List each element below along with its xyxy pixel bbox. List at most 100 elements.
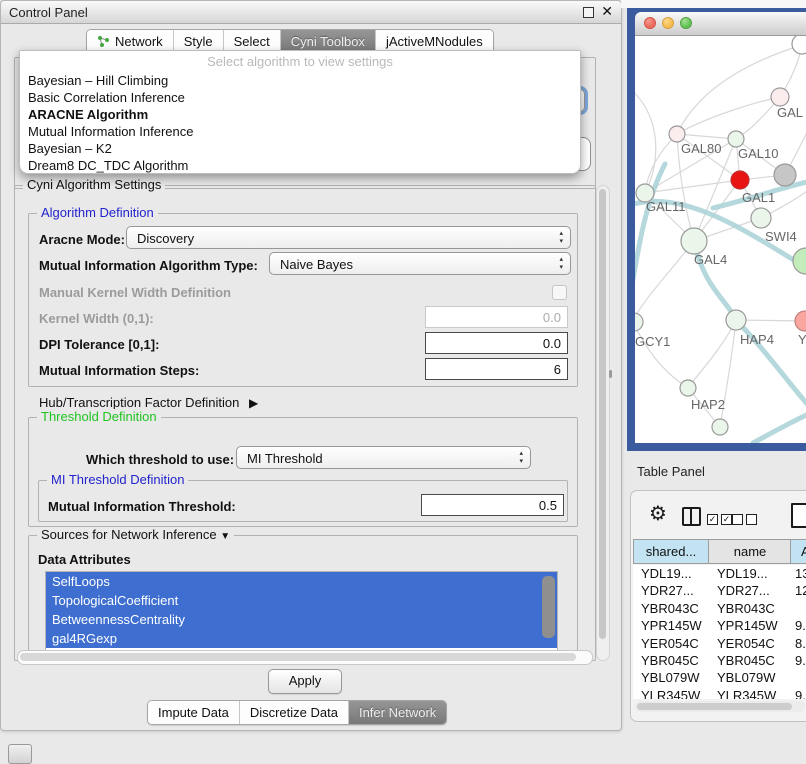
manual-kernel-checkbox[interactable]: [552, 285, 567, 300]
table-panel-box: ⚙ ✓✓ shared... name A YDL19...YDL19...13…: [630, 490, 806, 722]
node-swi4[interactable]: [751, 208, 771, 228]
mi-steps-field[interactable]: 6: [425, 358, 568, 380]
expand-arrow-icon: ▶: [249, 396, 258, 410]
node-green-large[interactable]: [793, 248, 806, 274]
list-item[interactable]: gal4RGexp: [46, 629, 557, 648]
network-window-titlebar[interactable]: [635, 12, 806, 36]
list-item[interactable]: TopologicalCoefficient: [46, 591, 557, 610]
dropdown-item[interactable]: Mutual Information Inference: [21, 123, 579, 140]
node-gal4[interactable]: [681, 228, 707, 254]
dropdown-item-selected[interactable]: ARACNE Algorithm: [21, 106, 579, 123]
hub-definition-toggle[interactable]: Hub/Transcription Factor Definition ▶: [39, 395, 258, 410]
function-builder-icon[interactable]: [791, 503, 806, 528]
node-salmon[interactable]: [795, 311, 806, 331]
node-gal10[interactable]: [728, 131, 744, 147]
algorithm-dropdown-popup: Select algorithm to view settings Bayesi…: [19, 50, 581, 174]
minimize-traffic-light[interactable]: [662, 17, 674, 29]
table-row[interactable]: YBR045CYBR045C9.: [633, 652, 806, 669]
node-label-gal80: GAL80: [681, 141, 721, 156]
kernel-width-label: Kernel Width (0,1):: [39, 311, 154, 326]
node-label-gal-cut: GAL: [777, 105, 803, 120]
aracne-mode-combo[interactable]: Discovery ▴▾: [126, 226, 571, 249]
node-gal1-selected[interactable]: [731, 171, 749, 189]
settings-vertical-scrollbar[interactable]: [596, 185, 610, 661]
scrollbar-thumb[interactable]: [20, 653, 576, 661]
node-label-swi4: SWI4: [765, 229, 797, 244]
cyni-settings-legend: Cyni Algorithm Settings: [23, 177, 165, 192]
node-label-hap4: HAP4: [740, 332, 774, 347]
dropdown-item[interactable]: Dream8 DC_TDC Algorithm: [21, 157, 579, 174]
node-hap2[interactable]: [680, 380, 696, 396]
node[interactable]: [792, 36, 806, 54]
list-scrollbar-thumb[interactable]: [542, 576, 555, 638]
table-row[interactable]: YBL079WYBL079W: [633, 669, 806, 686]
network-canvas[interactable]: GAL80 GAL10 GAL1 GAL11 SWI4 GAL4 GCY1 HA…: [635, 36, 806, 443]
float-window-icon[interactable]: [583, 7, 594, 18]
scrollbar-thumb[interactable]: [599, 189, 606, 639]
control-panel-window: Control Panel ✕ Network Style Select Cyn…: [0, 0, 622, 731]
list-item[interactable]: BetweennessCentrality: [46, 610, 557, 629]
node-gal-top[interactable]: [771, 88, 789, 106]
dropdown-item[interactable]: Bayesian – K2: [21, 140, 579, 157]
apply-button[interactable]: Apply: [268, 669, 342, 694]
close-traffic-light[interactable]: [644, 17, 656, 29]
columns-icon[interactable]: [682, 507, 701, 526]
data-attributes-list: SelfLoops TopologicalCoefficient Between…: [45, 571, 558, 651]
node-label-gal1: GAL1: [742, 190, 775, 205]
control-panel-titlebar[interactable]: Control Panel ✕: [1, 1, 621, 24]
sources-legend[interactable]: Sources for Network Inference ▼: [37, 527, 234, 542]
node-hap4[interactable]: [726, 310, 746, 330]
mi-algo-type-combo[interactable]: Naive Bayes ▴▾: [269, 252, 571, 275]
top-strip: [621, 0, 806, 8]
combo-arrows-icon: ▴▾: [519, 450, 523, 466]
network-view-window: GAL80 GAL10 GAL1 GAL11 SWI4 GAL4 GCY1 HA…: [627, 8, 806, 451]
network-icon: [97, 35, 110, 48]
dropdown-item[interactable]: Basic Correlation Inference: [21, 89, 579, 106]
mi-algo-type-label: Mutual Information Algorithm Type:: [39, 258, 258, 273]
collapsed-panel-icon[interactable]: [8, 744, 32, 764]
which-threshold-label: Which threshold to use:: [86, 452, 234, 467]
node-gal80[interactable]: [669, 126, 685, 142]
table-row[interactable]: YLR345WYLR345W9.: [633, 687, 806, 699]
table-horizontal-scrollbar[interactable]: [635, 701, 805, 712]
node-label-y: Y: [798, 332, 806, 347]
algorithm-definition-legend: Algorithm Definition: [37, 205, 158, 220]
node-gray[interactable]: [774, 164, 796, 186]
tab-impute-data[interactable]: Impute Data: [148, 701, 239, 724]
tab-discretize-data[interactable]: Discretize Data: [239, 701, 348, 724]
combo-arrows-icon: ▴▾: [559, 230, 563, 246]
control-panel-title: Control Panel: [9, 5, 88, 20]
table-row[interactable]: YPR145WYPR145W9.: [633, 617, 806, 634]
zoom-traffic-light[interactable]: [680, 17, 692, 29]
close-icon[interactable]: ✕: [601, 3, 613, 20]
deselect-all-columns-icon[interactable]: [732, 510, 760, 525]
tab-infer-network[interactable]: Infer Network: [348, 701, 446, 724]
node-label-gal11: GAL11: [646, 199, 686, 214]
mi-threshold-label: Mutual Information Threshold:: [48, 499, 236, 514]
dropdown-item[interactable]: Bayesian – Hill Climbing: [21, 72, 579, 89]
scrollbar-thumb[interactable]: [637, 703, 792, 710]
dpi-tolerance-field[interactable]: 0.0: [425, 332, 568, 354]
table-row[interactable]: YBR043CYBR043C: [633, 600, 806, 617]
list-item[interactable]: SelfLoops: [46, 572, 557, 591]
dropdown-placeholder: Select algorithm to view settings: [20, 54, 580, 69]
node-gcy1[interactable]: [635, 313, 643, 331]
combo-arrows-icon: ▴▾: [559, 256, 563, 272]
panel-divider-grip[interactable]: [609, 370, 612, 378]
gear-icon[interactable]: ⚙: [649, 501, 667, 526]
table-row[interactable]: YDL19...YDL19...13: [633, 565, 806, 582]
which-threshold-combo[interactable]: MI Threshold ▴▾: [236, 446, 531, 469]
dropdown-items: Bayesian – Hill Climbing Basic Correlati…: [21, 72, 579, 174]
select-all-columns-icon[interactable]: ✓✓: [707, 510, 735, 525]
settings-horizontal-scrollbar[interactable]: [17, 650, 593, 665]
aracne-mode-label: Aracne Mode:: [39, 232, 125, 247]
node[interactable]: [712, 419, 728, 435]
table-rows-area: YDL19...YDL19...13 YDR27...YDR27...12 YB…: [633, 565, 806, 699]
mi-threshold-field[interactable]: 0.5: [421, 494, 564, 516]
collapse-arrow-icon: ▼: [220, 531, 230, 542]
kernel-width-field[interactable]: 0.0: [425, 306, 568, 328]
table-row[interactable]: YDR27...YDR27...12: [633, 582, 806, 599]
table-panel-title: Table Panel: [637, 464, 705, 479]
bottom-tab-bar: Impute Data Discretize Data Infer Networ…: [147, 700, 447, 725]
table-row[interactable]: YER054CYER054C8.: [633, 635, 806, 652]
